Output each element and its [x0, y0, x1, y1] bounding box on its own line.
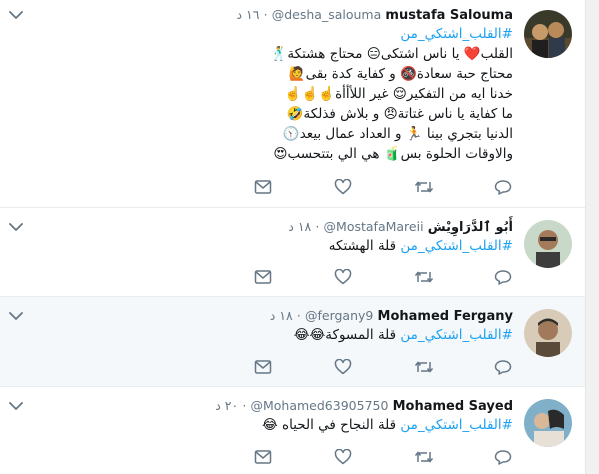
like-icon[interactable] [334, 449, 352, 465]
user-handle[interactable]: @desha_salouma [272, 7, 382, 22]
tweet-line: والاوقات الحلوة بس🧃 هي الي بتتحسب😍 [273, 146, 513, 162]
tweet[interactable]: ١٦ د · @desha_salouma mustafa Salouma #ا… [0, 0, 585, 208]
direct-message-icon[interactable] [254, 269, 272, 285]
user-name[interactable]: Mohamed Fergany [378, 309, 513, 324]
separator: · [242, 398, 247, 413]
tweet[interactable]: ٢٠ د · @Mohamed63905750 Mohamed Sayed #ا… [0, 387, 585, 474]
retweet-icon[interactable] [414, 269, 434, 285]
direct-message-icon[interactable] [254, 179, 272, 195]
hashtag-link[interactable]: #القلب_اشتكي_من [400, 417, 513, 433]
tweet-text: #القلب_اشتكي_من القلب❤️ يا ناس اشتكى😑 مح… [8, 24, 513, 164]
user-name[interactable]: أَبُو ٱلدَّرَاوِيْش [428, 220, 513, 235]
tweet-line: قلة الهشتكه [328, 238, 397, 254]
hashtag-link[interactable]: #القلب_اشتكي_من [400, 238, 513, 254]
tweet-time[interactable]: ١٦ د [237, 7, 260, 22]
separator: · [263, 7, 268, 22]
tweet[interactable]: ١٨ د · @fergany9 Mohamed Fergany #القلب_… [0, 297, 585, 387]
tweet-line: خدنا ايه من التفكير😌 غير اللأأأة☝️☝️☝️ [284, 86, 513, 102]
reply-icon[interactable] [494, 269, 512, 285]
like-icon[interactable] [334, 179, 352, 195]
reply-icon[interactable] [494, 359, 512, 375]
avatar[interactable] [524, 10, 572, 58]
tweet-header: ١٨ د · @MostafaMareii أَبُو ٱلدَّرَاوِيْ… [8, 218, 513, 236]
user-name[interactable]: Mohamed Sayed [393, 399, 513, 414]
tweet-time[interactable]: ١٨ د [288, 219, 311, 234]
hashtag-link[interactable]: #القلب_اشتكي_من [400, 26, 513, 42]
scrollbar[interactable] [585, 0, 599, 474]
tweet-content: ١٨ د · @fergany9 Mohamed Fergany #القلب_… [8, 307, 513, 345]
tweet-header: ٢٠ د · @Mohamed63905750 Mohamed Sayed [8, 397, 513, 415]
avatar[interactable] [524, 220, 572, 268]
separator: · [315, 219, 320, 234]
tweet-text: #القلب_اشتكي_من قلة المسوكة😂😂 [8, 325, 513, 345]
user-handle[interactable]: @fergany9 [305, 308, 373, 323]
retweet-icon[interactable] [414, 449, 434, 465]
reply-icon[interactable] [494, 179, 512, 195]
direct-message-icon[interactable] [254, 359, 272, 375]
tweet-actions [254, 359, 514, 379]
user-handle[interactable]: @MostafaMareii [324, 219, 424, 234]
like-icon[interactable] [334, 359, 352, 375]
tweet-actions [254, 179, 514, 199]
tweet-actions [254, 449, 514, 469]
tweet-text: #القلب_اشتكي_من قلة الهشتكه [8, 236, 513, 256]
tweet-line: ما كفاية يا ناس غتاتة😠 و بلاش فذلكة🤣 [286, 106, 513, 122]
tweet-line: قلة النجاح في الحياه 😂 [261, 417, 397, 433]
tweet-line: قلة المسوكة😂😂 [293, 327, 397, 343]
separator: · [296, 308, 301, 323]
tweet-content: ١٦ د · @desha_salouma mustafa Salouma #ا… [8, 6, 514, 164]
tweet-actions [254, 269, 514, 289]
tweet[interactable]: ١٨ د · @MostafaMareii أَبُو ٱلدَّرَاوِيْ… [0, 208, 585, 297]
tweet-text: #القلب_اشتكي_من قلة النجاح في الحياه 😂 [8, 415, 513, 435]
tweet-time[interactable]: ١٨ د [270, 308, 293, 323]
retweet-icon[interactable] [414, 359, 434, 375]
tweet-header: ١٨ د · @fergany9 Mohamed Fergany [8, 307, 513, 325]
tweet-line: محتاج حبة سعادة🚳 و كفاية كدة بقى🙋 [288, 66, 513, 82]
tweet-content: ١٨ د · @MostafaMareii أَبُو ٱلدَّرَاوِيْ… [8, 218, 513, 256]
tweet-line: الدنيا بتجري بينا 🏃 و العداد عمال بيعد🕥 [282, 126, 513, 142]
avatar[interactable] [524, 399, 572, 447]
reply-icon[interactable] [494, 449, 512, 465]
like-icon[interactable] [334, 269, 352, 285]
user-name[interactable]: mustafa Salouma [385, 8, 513, 23]
hashtag-link[interactable]: #القلب_اشتكي_من [400, 327, 513, 343]
tweet-content: ٢٠ د · @Mohamed63905750 Mohamed Sayed #ا… [8, 397, 513, 435]
tweet-line: القلب❤️ يا ناس اشتكى😑 محتاج هشتكة🕺 [270, 46, 513, 62]
user-handle[interactable]: @Mohamed63905750 [250, 398, 388, 413]
tweet-time[interactable]: ٢٠ د [215, 398, 238, 413]
timeline: ١٦ د · @desha_salouma mustafa Salouma #ا… [0, 0, 585, 474]
avatar[interactable] [524, 309, 572, 357]
retweet-icon[interactable] [414, 179, 434, 195]
direct-message-icon[interactable] [254, 449, 272, 465]
tweet-header: ١٦ د · @desha_salouma mustafa Salouma [8, 6, 514, 24]
